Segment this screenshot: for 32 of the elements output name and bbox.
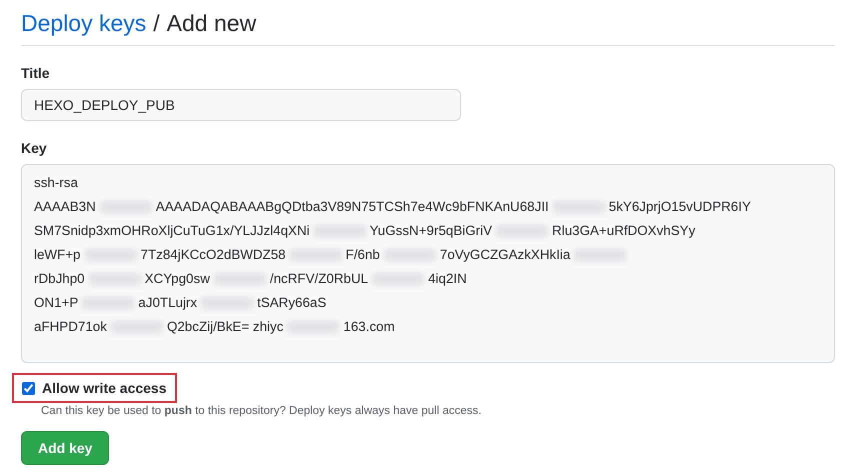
key-text: 4iq2IN xyxy=(428,270,467,288)
key-text: AAAAB3N xyxy=(34,198,96,216)
key-text: leWF+p xyxy=(34,246,81,264)
title-label: Title xyxy=(21,65,51,81)
key-text: tSARy66aS xyxy=(257,294,326,312)
deploy-keys-link[interactable]: Deploy keys xyxy=(21,10,146,37)
help-text: Can this key be used to push to this repository? Deploy keys always have pull access. xyxy=(41,405,482,417)
key-text: SM7Snidp3xmOHRoXljCuTuG1x/YLJJzl4qXNi xyxy=(34,222,310,240)
key-text: 7Tz84jKCcO2dBWDZ58 xyxy=(140,246,286,264)
key-label: Key xyxy=(21,140,48,156)
key-text: 163.com xyxy=(343,318,395,336)
key-text: aFHPD71ok xyxy=(34,318,107,336)
key-text: YuGssN+9r5qBiGriV xyxy=(370,222,492,240)
key-text: F/6nb xyxy=(346,246,380,264)
title-input[interactable]: HEXO_DEPLOY_PUB xyxy=(21,89,461,121)
key-textarea[interactable] xyxy=(21,164,835,363)
key-text: /ncRFV/Z0RbUL xyxy=(270,270,368,288)
key-text: rDbJhp0 xyxy=(34,270,85,288)
write-access-checkbox[interactable] xyxy=(22,382,35,394)
key-text: XCYpg0sw xyxy=(144,270,210,288)
breadcrumb-separator: / xyxy=(153,10,160,37)
key-text: Q2bcZij/BkE= zhiyc xyxy=(166,318,284,336)
key-text: AAAADAQABAAABgQDtba3V89N75TCSh7e4Wc9bFNKAnU68JII xyxy=(156,198,549,216)
write-access-label: Allow write access xyxy=(42,380,167,396)
key-text: 5kY6JprjO15vUDPR6IY xyxy=(608,198,751,216)
key-text: aJ0TLujrx xyxy=(138,294,198,312)
page-title: Add new xyxy=(166,10,256,37)
add-key-button[interactable]: Add key xyxy=(21,431,110,465)
key-text: Rlu3GA+uRfDOXvhSYy xyxy=(552,222,696,240)
key-text: ssh-rsa xyxy=(34,174,78,192)
key-text: ON1+P xyxy=(34,294,78,312)
key-text: 7oVyGCZGAzkXHkIia xyxy=(440,246,570,264)
